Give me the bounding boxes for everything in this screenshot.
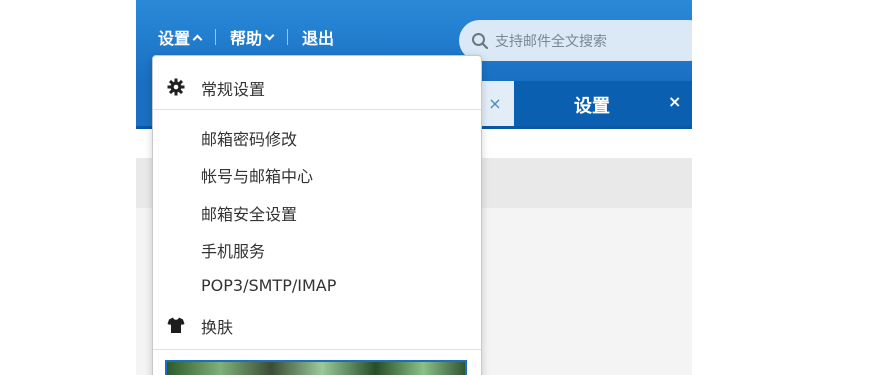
nav-separator: [287, 29, 289, 45]
menu-item-security[interactable]: 邮箱安全设置: [153, 195, 481, 227]
help-menu-toggle[interactable]: 帮助: [226, 25, 277, 49]
close-icon[interactable]: ×: [668, 92, 681, 111]
menu-item-label: 邮箱密码修改: [201, 130, 298, 149]
gear-icon: [167, 78, 185, 96]
tshirt-icon: [167, 317, 185, 333]
chevron-up-icon: [192, 34, 203, 45]
search-box[interactable]: 支持邮件全文搜索: [459, 20, 692, 61]
menu-item-label: POP3/SMTP/IMAP: [201, 276, 337, 295]
menu-item-label: 帐号与邮箱中心: [201, 167, 314, 186]
menu-item-label: 手机服务: [201, 242, 266, 261]
logout-link[interactable]: 退出: [298, 25, 338, 49]
chevron-down-icon: [264, 30, 275, 40]
menu-item-password[interactable]: 邮箱密码修改: [153, 120, 481, 152]
search-placeholder: 支持邮件全文搜索: [495, 33, 607, 50]
skin-thumbnail[interactable]: [165, 360, 467, 375]
mail-app: 设置 帮助 退出 支持邮件全文搜索 × 设置 × 常规设置 邮箱密码修改 帐号与…: [136, 0, 692, 375]
settings-dropdown: 常规设置 邮箱密码修改 帐号与邮箱中心 邮箱安全设置 手机服务 POP3/SMT…: [152, 55, 482, 375]
logout-label: 退出: [302, 29, 335, 48]
menu-item-label: 常规设置: [201, 80, 266, 99]
menu-item-skin[interactable]: 换肤: [153, 308, 481, 340]
menu-item-label: 换肤: [201, 318, 234, 337]
settings-label: 设置: [158, 29, 191, 48]
nav-separator: [215, 29, 217, 45]
menu-divider: [153, 349, 481, 350]
menu-divider: [153, 109, 481, 110]
close-icon[interactable]: ×: [488, 94, 501, 113]
menu-item-account-center[interactable]: 帐号与邮箱中心: [153, 157, 481, 189]
search-icon: [472, 32, 489, 49]
tab-settings-label: 设置: [574, 96, 610, 117]
help-label: 帮助: [230, 29, 263, 48]
menu-item-label: 邮箱安全设置: [201, 205, 298, 224]
menu-item-general-settings[interactable]: 常规设置: [153, 70, 481, 102]
top-nav: 设置 帮助 退出: [158, 22, 338, 52]
tab-settings[interactable]: 设置 ×: [514, 81, 692, 126]
settings-menu-toggle[interactable]: 设置: [158, 25, 205, 49]
menu-item-mobile[interactable]: 手机服务: [153, 232, 481, 264]
menu-item-pop3-smtp-imap[interactable]: POP3/SMTP/IMAP: [153, 270, 481, 302]
